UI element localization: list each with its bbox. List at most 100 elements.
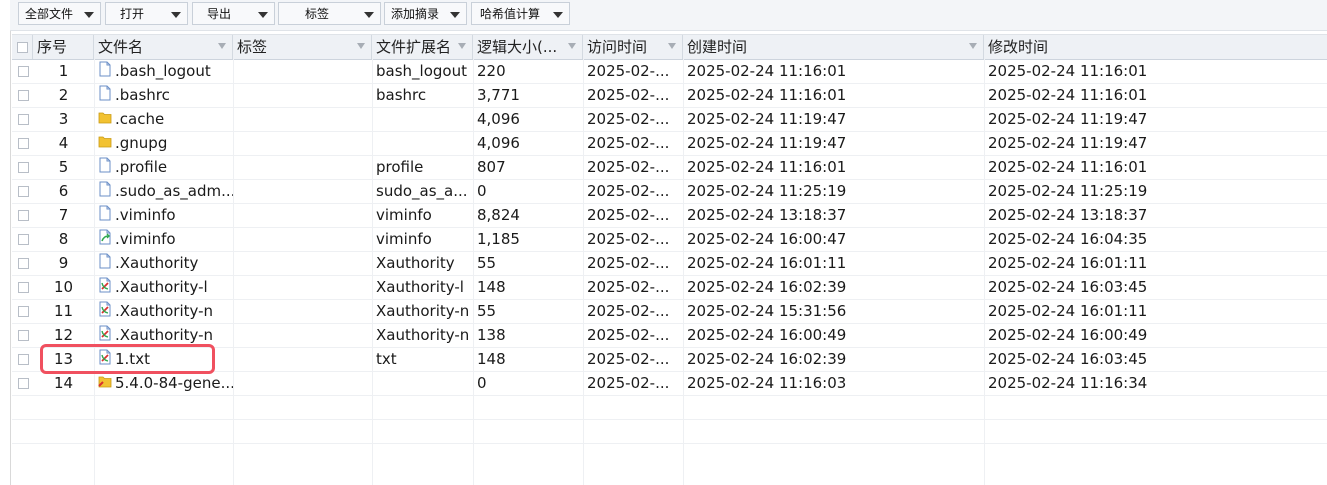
cell-created: 2025-02-24 13:18:37	[687, 206, 847, 224]
tags-button[interactable]: 标签	[278, 2, 381, 25]
table-row[interactable]: 2 .bashrc bashrc 3,771 2025-02-... 2025-02-24…	[12, 83, 1327, 108]
cell-filename: .Xauthority	[94, 251, 233, 275]
table-row[interactable]: 9 .Xauthority Xauthority 55 2025-02-... 2025-…	[12, 251, 1327, 276]
table-row[interactable]: 4 .gnupg 4,096 2025-02-... 2025-02-24 11:19:…	[12, 131, 1327, 156]
header-accessed-label: 访问时间	[587, 38, 648, 56]
cell-accessed: 2025-02-...	[587, 350, 670, 368]
cell-accessed: 2025-02-...	[587, 110, 670, 128]
cell-filename: .Xauthority-l	[94, 275, 233, 299]
cell-modified: 2025-02-24 11:19:47	[988, 110, 1148, 128]
header-modified[interactable]: 修改时间	[984, 35, 1327, 59]
toolbar: 全部文件 打开 导出 标签 添加摘录 哈希值计算	[10, 0, 1327, 31]
cell-modified: 2025-02-24 16:04:35	[988, 230, 1148, 248]
header-select-all[interactable]	[12, 35, 33, 59]
file-icon	[98, 84, 112, 108]
cell-index: 3	[58, 110, 69, 128]
hash-calc-button[interactable]: 哈希值计算	[471, 2, 570, 25]
folder-icon	[98, 108, 112, 132]
table-row[interactable]: 6 .sudo_as_adm... sudo_as_a... 0 2025-02-...…	[12, 179, 1327, 204]
row-checkbox[interactable]	[18, 306, 29, 317]
cell-extension: viminfo	[376, 206, 432, 224]
filename-text: .sudo_as_adm...	[115, 182, 233, 200]
row-checkbox[interactable]	[18, 330, 29, 341]
cell-accessed: 2025-02-...	[587, 230, 670, 248]
table-row[interactable]: 11 .Xauthority-n Xauthority-n 55 2025-02-...…	[12, 299, 1327, 324]
header-extension[interactable]: 文件扩展名	[372, 35, 473, 59]
cell-size: 148	[477, 278, 506, 296]
cell-accessed: 2025-02-...	[587, 158, 670, 176]
row-checkbox[interactable]	[18, 90, 29, 101]
all-files-label: 全部文件	[25, 7, 74, 21]
row-checkbox[interactable]	[18, 354, 29, 365]
cell-filename: .bash_logout	[94, 59, 233, 83]
cell-tag	[233, 59, 372, 83]
cell-tag	[233, 371, 372, 395]
filter-icon[interactable]	[357, 43, 365, 49]
cell-extension: Xauthority-l	[376, 278, 464, 296]
row-checkbox[interactable]	[18, 258, 29, 269]
cell-modified: 2025-02-24 11:16:01	[988, 158, 1148, 176]
header-filename[interactable]: 文件名	[94, 35, 233, 59]
filter-icon[interactable]	[218, 43, 226, 49]
add-digest-button[interactable]: 添加摘录	[384, 2, 467, 25]
table-row[interactable]: 5 .profile profile 807 2025-02-... 2025-02-24…	[12, 155, 1327, 180]
select-all-checkbox[interactable]	[17, 42, 28, 53]
cell-created: 2025-02-24 11:16:01	[687, 158, 847, 176]
table-row[interactable]: 1 .bash_logout bash_logout 220 2025-02-... 20…	[12, 59, 1327, 84]
cell-modified: 2025-02-24 16:03:45	[988, 278, 1148, 296]
chevron-down-icon	[171, 12, 181, 18]
row-checkbox[interactable]	[18, 282, 29, 293]
header-size[interactable]: 逻辑大小(...	[473, 35, 583, 59]
row-checkbox[interactable]	[18, 162, 29, 173]
header-tag-label: 标签	[237, 38, 268, 56]
filter-icon[interactable]	[969, 43, 977, 49]
filter-icon[interactable]	[458, 43, 466, 49]
header-extension-label: 文件扩展名	[376, 38, 452, 56]
table-row[interactable]: 14 5.4.0-84-gene... 0 2025-02-... 2025-02-24…	[12, 371, 1327, 396]
deleted-folder-icon	[98, 372, 112, 396]
cell-filename: .viminfo	[94, 227, 233, 251]
open-button[interactable]: 打开	[105, 2, 188, 25]
header-index-label: 序号	[37, 38, 68, 56]
cell-index: 8	[58, 230, 69, 248]
cell-size: 55	[477, 302, 497, 320]
file-icon	[98, 60, 112, 84]
row-checkbox[interactable]	[18, 210, 29, 221]
cell-created: 2025-02-24 11:19:47	[687, 134, 847, 152]
empty-table-row	[12, 419, 1327, 444]
row-checkbox[interactable]	[18, 66, 29, 77]
row-checkbox[interactable]	[18, 114, 29, 125]
table-row[interactable]: 10 .Xauthority-l Xauthority-l 148 2025-02-..…	[12, 275, 1327, 300]
file-icon	[98, 204, 112, 228]
cell-filename: .profile	[94, 155, 233, 179]
all-files-dropdown[interactable]: 全部文件	[18, 2, 101, 25]
cell-tag	[233, 251, 372, 275]
filename-text: .profile	[115, 158, 168, 176]
header-tag[interactable]: 标签	[233, 35, 372, 59]
cell-size: 4,096	[477, 110, 520, 128]
header-index[interactable]: 序号	[33, 35, 94, 59]
cell-created: 2025-02-24 16:00:49	[687, 326, 847, 344]
table-row[interactable]: 3 .cache 4,096 2025-02-... 2025-02-24 11:19:…	[12, 107, 1327, 132]
chevron-down-icon	[553, 12, 563, 18]
row-checkbox[interactable]	[18, 138, 29, 149]
cell-filename: .gnupg	[94, 131, 233, 155]
filter-icon[interactable]	[668, 43, 676, 49]
cell-index: 6	[58, 182, 69, 200]
cell-filename: .viminfo	[94, 203, 233, 227]
export-button[interactable]: 导出	[192, 2, 275, 25]
chevron-down-icon	[364, 12, 374, 18]
row-checkbox[interactable]	[18, 186, 29, 197]
file-icon	[98, 180, 112, 204]
header-created[interactable]: 创建时间	[683, 35, 984, 59]
cell-accessed: 2025-02-...	[587, 326, 670, 344]
row-checkbox[interactable]	[18, 234, 29, 245]
cell-modified: 2025-02-24 16:03:45	[988, 350, 1148, 368]
header-accessed[interactable]: 访问时间	[583, 35, 683, 59]
table-row[interactable]: 8 .viminfo viminfo 1,185 2025-02-... 2025-02-…	[12, 227, 1327, 252]
cell-extension: Xauthority-n	[376, 326, 470, 344]
table-row[interactable]: 7 .viminfo viminfo 8,824 2025-02-... 2025-02-…	[12, 203, 1327, 228]
filter-icon[interactable]	[568, 43, 576, 49]
row-checkbox[interactable]	[18, 378, 29, 389]
filename-text: .Xauthority-n	[115, 302, 214, 320]
